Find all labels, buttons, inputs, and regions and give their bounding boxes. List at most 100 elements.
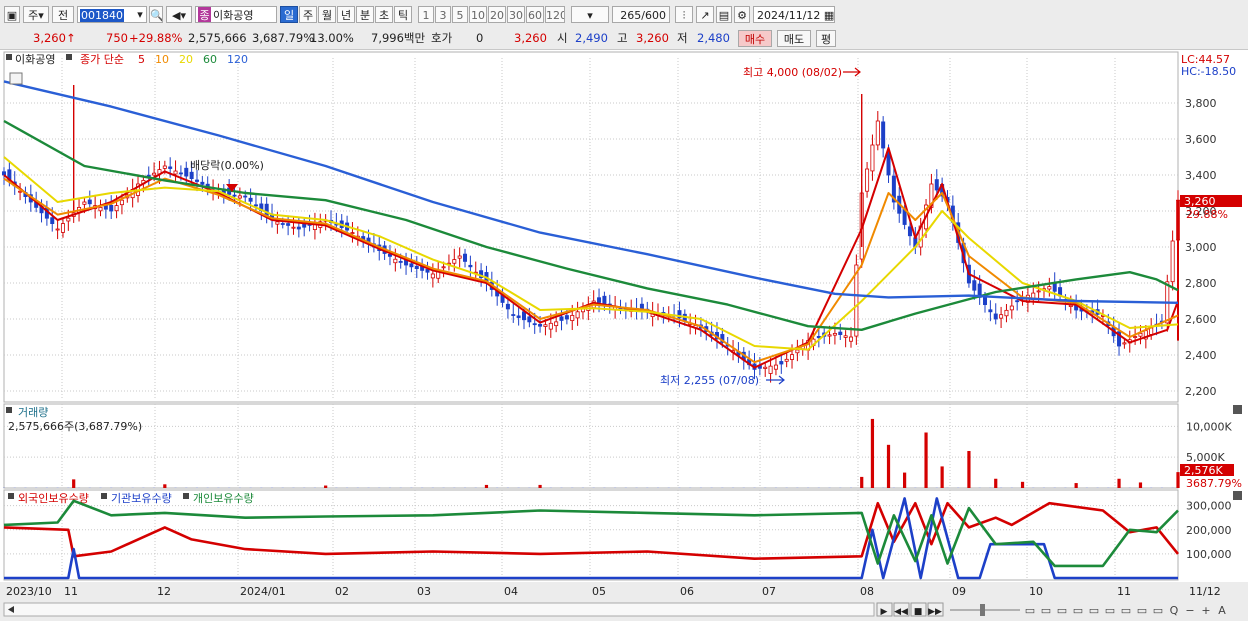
volume-bar [870,418,875,488]
candle-body [1122,342,1127,345]
market-select[interactable]: 전 [52,6,74,23]
buy-button[interactable]: 매수 [738,30,772,47]
candle-body [511,314,516,316]
tool-icon-10: − [1185,604,1194,617]
panel-close-icon[interactable] [1233,491,1242,500]
candle-body [184,167,189,177]
candle-body [1138,332,1143,337]
table-icon[interactable] [9,72,23,85]
period-tab-3[interactable]: 년 [337,6,355,23]
playback-icon-3: ▶▶ [928,607,942,617]
candle-body [232,194,237,197]
legend-marker [66,54,72,60]
candle-body [98,206,103,212]
window-icon[interactable]: ▣ [4,6,20,23]
period-tab-1[interactable]: 주 [299,6,317,23]
legend-marker [8,493,14,499]
interval-button-60[interactable]: 60 [526,6,544,23]
interval-button-5[interactable]: 5 [452,6,468,23]
search-icon[interactable]: 🔍 [149,6,163,23]
interval-button-30[interactable]: 30 [507,6,525,23]
candle-body [1004,309,1009,317]
gear-icon[interactable]: ⚙ [734,6,750,23]
volume-tick-label: 5,000K [1186,451,1225,464]
zoom-slider-thumb[interactable] [980,604,985,616]
speaker-icon[interactable]: ◀▾ [166,6,192,23]
interval-button-20[interactable]: 20 [488,6,506,23]
candle-body [934,179,939,191]
period-tab-5[interactable]: 초 [375,6,393,23]
stock-name-field[interactable]: 종 이화공영 [195,6,277,23]
candle-body [779,361,784,365]
count-max: /600 [641,9,666,22]
tool-icon-2: ▭ [1057,604,1067,617]
ask-price: 3,260 [514,31,547,45]
candle-body [548,322,553,330]
draw-icon[interactable]: ↗ [696,6,714,23]
interval-button-10[interactable]: 10 [469,6,487,23]
open-price: 2,490 [575,31,608,45]
up-arrow-icon: ↑ [66,31,76,45]
legend-marker [101,493,107,499]
date-axis-label: 10 [1029,585,1043,598]
eval-button[interactable]: 평 [816,30,836,47]
volume-current: 2,575,666주(3,687.79%) [8,420,142,433]
volume-ratio: 3,687.79% [252,31,315,45]
date-axis-label: 07 [762,585,776,598]
candle-body [1015,300,1020,303]
volume-bar [924,432,928,488]
interval-button-1[interactable]: 1 [418,6,434,23]
candle-body [66,217,71,222]
candle-body [1047,286,1052,290]
candle-body [999,314,1004,319]
period-tab-2[interactable]: 월 [318,6,336,23]
save-icon[interactable]: ▤ [716,6,732,23]
current-price: 3,260 [33,31,66,45]
candle-body [827,334,832,337]
horizontal-scrollbar[interactable] [3,602,875,617]
sell-button[interactable]: 매도 [777,30,811,47]
candle-body [505,303,510,310]
volume-bar [1176,472,1180,488]
period-tab-0[interactable]: 일 [280,6,298,23]
tool-icon-8: ▭ [1153,604,1163,617]
tool-icon-5: ▭ [1105,604,1115,617]
legend-ma-5: 5 [138,53,145,66]
count-input[interactable]: 265/600 [612,6,670,23]
candle-body [1170,240,1175,283]
candle-icon[interactable]: ⫶ [675,6,693,23]
interval-custom-select[interactable]: ▾ [571,6,609,23]
tool-icon-9: Q [1170,604,1179,617]
candle-body [50,217,55,224]
candle-body [1036,290,1041,293]
last-price-label: 3,260 [1184,195,1216,208]
dividend-annotation: 배당락(0.00%) [190,159,264,172]
candle-body [409,263,414,268]
candle-body [60,223,65,233]
price-tick-label: 3,400 [1185,169,1217,182]
candle-body [243,195,248,198]
volume-bar [324,485,328,488]
period-tab-6[interactable]: 틱 [394,6,412,23]
candle-body [543,324,548,327]
candle-body [168,166,173,169]
low-annotation: 최저 2,255 (07/08) [660,374,759,387]
date-axis-label: 03 [417,585,431,598]
candle-body [838,331,843,336]
stock-chart[interactable]: 2,2002,4002,6002,8003,0003,2003,4003,600… [0,50,1248,621]
interval-button-120[interactable]: 120 [545,6,565,23]
candle-body [200,181,205,185]
candle-body [564,315,569,320]
date-input[interactable]: 2024/11/12 ▦ [753,6,835,23]
date-axis-label: 12 [157,585,171,598]
period-tab-4[interactable]: 분 [356,6,374,23]
chevron-down-icon[interactable]: ▾ [133,6,147,23]
volume-value: 2,575,666 [188,31,247,45]
volume-title: 거래량 [18,406,48,419]
candle-body [832,332,837,336]
interval-button-3[interactable]: 3 [435,6,451,23]
candle-body [1068,304,1073,307]
candle-body [527,316,532,323]
panel-close-icon[interactable] [1233,405,1242,414]
period-unit-select[interactable]: 주▾ [23,6,49,23]
